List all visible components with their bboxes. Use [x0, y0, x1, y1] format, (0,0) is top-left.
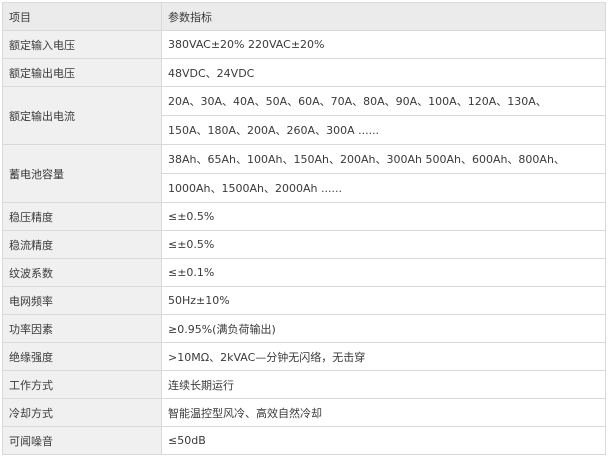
row-label: 蓄电池容量 [2, 144, 162, 203]
table-row: 绝缘强度 >10MΩ、2kVAC—分钟无闪络，无击穿 [2, 342, 606, 371]
row-value: ≤50dB [161, 426, 606, 455]
table-row: 工作方式 连续长期运行 [2, 370, 606, 399]
row-label: 稳压精度 [2, 202, 162, 231]
row-label: 纹波系数 [2, 258, 162, 287]
table-row: 稳流精度 ≤±0.5% [2, 230, 606, 259]
row-value: 连续长期运行 [161, 370, 606, 399]
table-row: 纹波系数 ≤±0.1% [2, 258, 606, 287]
table-row: 额定输入电压 380VAC±20% 220VAC±20% [2, 30, 606, 59]
spec-table: 项目 参数指标 额定输入电压 380VAC±20% 220VAC±20% 额定输… [2, 2, 606, 455]
header-item: 项目 [2, 2, 162, 31]
row-value: ≤±0.1% [161, 258, 606, 287]
row-label: 额定输出电流 [2, 86, 162, 145]
row-value: ≤±0.5% [161, 202, 606, 231]
table-row: 功率因素 ≥0.95%(满负荷输出) [2, 314, 606, 343]
row-value: 150A、180A、200A、260A、300A ...... [161, 115, 606, 145]
row-value: 1000Ah、1500Ah、2000Ah ...... [161, 173, 606, 203]
table-row: 稳压精度 ≤±0.5% [2, 202, 606, 231]
row-value: >10MΩ、2kVAC—分钟无闪络，无击穿 [161, 342, 606, 371]
row-value: 20A、30A、40A、50A、60A、70A、80A、90A、100A、120… [161, 86, 606, 116]
row-label: 电网频率 [2, 286, 162, 315]
row-value: 48VDC、24VDC [161, 58, 606, 87]
row-label: 冷却方式 [2, 398, 162, 427]
row-label: 额定输入电压 [2, 30, 162, 59]
row-label: 稳流精度 [2, 230, 162, 259]
table-row: 可闻噪音 ≤50dB [2, 426, 606, 455]
row-value: ≤±0.5% [161, 230, 606, 259]
table-row: 冷却方式 智能温控型风冷、高效自然冷却 [2, 398, 606, 427]
row-label: 功率因素 [2, 314, 162, 343]
row-label: 绝缘强度 [2, 342, 162, 371]
row-label: 可闻噪音 [2, 426, 162, 455]
row-value: 50Hz±10% [161, 286, 606, 315]
table-row: 额定输出电压 48VDC、24VDC [2, 58, 606, 87]
table-header-row: 项目 参数指标 [2, 2, 606, 31]
row-label: 工作方式 [2, 370, 162, 399]
row-value: ≥0.95%(满负荷输出) [161, 314, 606, 343]
row-value: 380VAC±20% 220VAC±20% [161, 30, 606, 59]
table-row: 额定输出电流 20A、30A、40A、50A、60A、70A、80A、90A、1… [2, 86, 606, 145]
table-row: 蓄电池容量 38Ah、65Ah、100Ah、150Ah、200Ah、300Ah … [2, 144, 606, 203]
row-value: 智能温控型风冷、高效自然冷却 [161, 398, 606, 427]
row-label: 额定输出电压 [2, 58, 162, 87]
header-spec: 参数指标 [161, 2, 606, 31]
table-row: 电网频率 50Hz±10% [2, 286, 606, 315]
row-value: 38Ah、65Ah、100Ah、150Ah、200Ah、300Ah 500Ah、… [161, 144, 606, 174]
